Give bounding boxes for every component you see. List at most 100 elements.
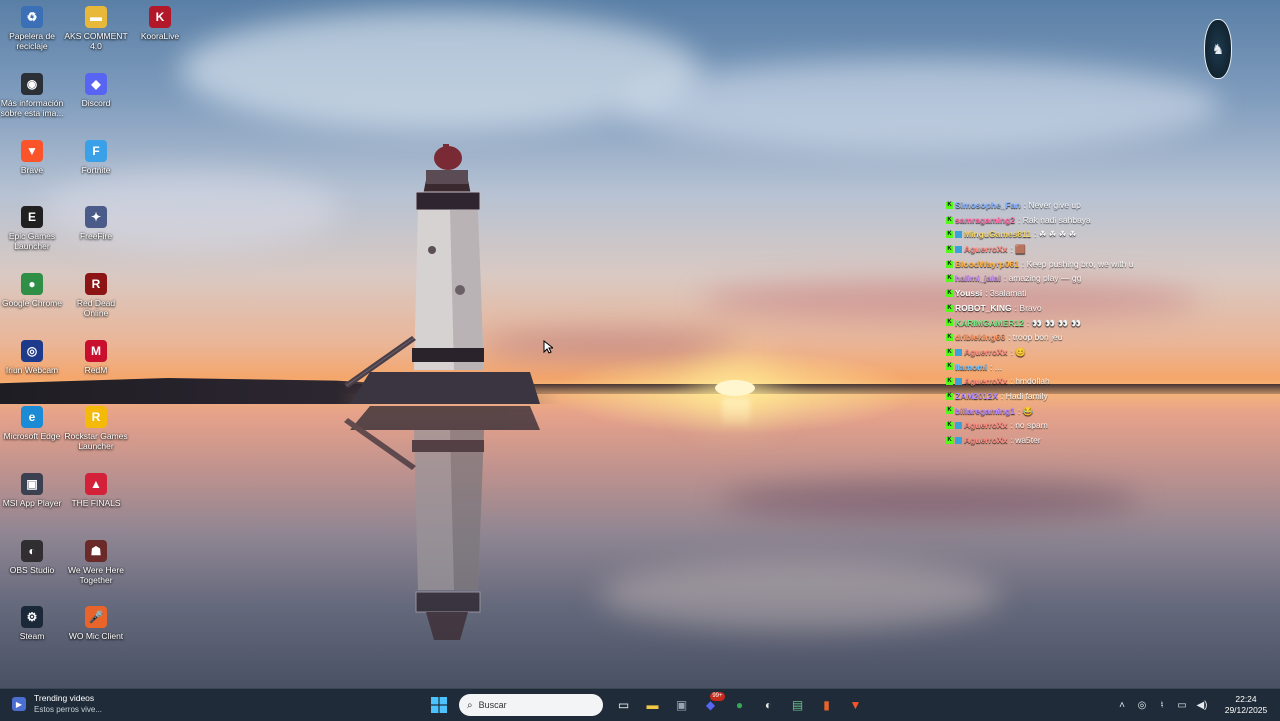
chat-username: Ilamomi (955, 361, 988, 372)
subscriber-badge-icon (955, 422, 962, 430)
chat-text: : 🟫 (1010, 244, 1026, 255)
chat-username: samragaming2 (955, 214, 1015, 225)
widget-subtitle: Estos perros vive... (34, 705, 103, 714)
taskbar-file-explorer-button[interactable]: ▬ (640, 693, 666, 717)
windows-logo-icon (430, 697, 447, 713)
the-finals-icon: ▲ (85, 473, 107, 495)
desktop-icon-folder[interactable]: ▬ AKS COMMENT 4.0 (64, 2, 128, 51)
desktop-icon-steam[interactable]: ⚙ Steam (0, 602, 64, 641)
chat-message: K AguerroXx: 😊 (946, 345, 1266, 360)
chat-text: : 😊 (1010, 346, 1026, 357)
desktop-icon-epic-games[interactable]: E Epic Games Launcher (0, 202, 64, 251)
notification-badge: 99+ (710, 692, 725, 701)
chat-message: Ksamragaming2: Rak nadi sahbaya (946, 213, 1266, 228)
taskbar-microphone-button[interactable]: ▮ (814, 693, 840, 717)
kick-badge-icon: K (946, 422, 953, 430)
taskbar-terminal-button[interactable]: ▣ (669, 693, 695, 717)
desktop-icon-label: Google Chrome (1, 298, 62, 308)
desktop-icon-label: Rockstar Games Launcher (64, 431, 128, 451)
mouse-cursor-icon (543, 340, 553, 354)
desktop-icon-redm[interactable]: M RedM (64, 336, 128, 375)
taskbar-obs-button[interactable]: ◐ (756, 693, 782, 717)
taskbar-discord-button[interactable]: ◆ 99+ (698, 692, 725, 717)
desktop-icon-we-were-here[interactable]: ☗ We Were Here Together (64, 536, 128, 585)
taskbar-chrome-button[interactable]: ● (727, 693, 753, 717)
freefire-icon: ✦ (85, 206, 107, 228)
folder-icon: ▬ (85, 6, 107, 28)
clock-time: 22:24 (1235, 694, 1257, 704)
start-button[interactable] (426, 693, 452, 717)
chat-message: K MinguGames811: ☘ ☘ ☘ ☘ (946, 227, 1266, 242)
desktop-icon-label: Microsoft Edge (3, 431, 61, 441)
microphone-tray-icon[interactable]: ♮ (1152, 700, 1172, 711)
microphone-icon: ▮ (823, 698, 830, 712)
network-icon[interactable]: ▭ (1172, 700, 1192, 711)
system-tray: ˄ ◎ ♮ ▭ ◀) 22:24 29/12/2025 (1112, 689, 1280, 721)
desktop-icon-freefire[interactable]: ✦ FreeFire (64, 202, 128, 241)
desktop-icon-label: Epic Games Launcher (8, 231, 56, 251)
desktop-icon-chrome[interactable]: ● Google Chrome (0, 269, 64, 308)
taskbar: ▶ Trending videos Estos perros vive... ⌕… (0, 688, 1280, 721)
clock[interactable]: 22:24 29/12/2025 (1216, 694, 1276, 716)
show-hidden-icons-chevron-icon[interactable]: ˄ (1112, 700, 1132, 711)
chat-message: K KARIMGAMER12: 👀 👀 👀 👀 (946, 316, 1266, 331)
chrome-icon: ● (21, 273, 43, 295)
lighthouse-image (344, 144, 540, 640)
desktop-icon-msi-player[interactable]: ▣ MSI App Player (0, 469, 64, 508)
chat-text: : Rak nadi sahbaya (1018, 214, 1091, 225)
webcam-icon: ◎ (21, 340, 43, 362)
desktop-icon-label: THE FINALS (71, 498, 121, 508)
chat-username: AguerroXx (964, 435, 1008, 445)
chat-username: MinguGames811 (964, 229, 1032, 240)
desktop-icon-brave[interactable]: ▼ Brave (0, 136, 64, 175)
desktop-icon-microphone[interactable]: 🎤 WO Mic Client (64, 602, 128, 641)
terminal-icon: ▣ (675, 698, 688, 712)
kick-badge-icon: K (946, 319, 953, 327)
chat-text: : Bravo (1014, 302, 1042, 313)
chat-text: : amazing play — gg (1003, 273, 1082, 284)
desktop-icon-label: Discord (81, 98, 111, 108)
desktop-icon-edge[interactable]: e Microsoft Edge (0, 402, 64, 441)
desktop-icon-discord[interactable]: ◆ Discord (64, 69, 128, 108)
taskbar-notepad-button[interactable]: ▤ (785, 693, 811, 717)
chat-username: BloodWayrp061 (955, 258, 1019, 269)
video-widget-icon: ▶ (12, 697, 26, 711)
chat-message: K ZAM2012X: Hadi family (946, 389, 1266, 404)
desktop-icon-obs[interactable]: ◐ OBS Studio (0, 536, 64, 575)
desktop-icon-label: MSI App Player (2, 498, 62, 508)
chrome-icon: ● (735, 698, 744, 712)
chat-message: K AguerroXx: 🟫 (946, 242, 1266, 257)
chat-message: K Ilamomi: ... (946, 360, 1266, 375)
msi-player-icon: ▣ (21, 473, 43, 495)
chat-username: dribleking66 (955, 332, 1006, 343)
chat-username: halimi_jalal (955, 273, 1001, 284)
chat-text: : troop bon jeu (1008, 332, 1063, 343)
taskbar-task-view-button[interactable]: ▭ (611, 693, 637, 717)
discord-icon: ◆ (85, 73, 107, 95)
chat-text: : hmdollah (1010, 376, 1050, 387)
desktop-icon-rockstar[interactable]: R Rockstar Games Launcher (64, 402, 128, 451)
chat-message: K AguerroXx: wa5ter (946, 433, 1266, 448)
taskbar-search-box[interactable]: ⌕ Buscar (459, 694, 603, 716)
kick-badge-icon: K (946, 348, 953, 356)
tray-app-icon[interactable]: ◎ (1132, 700, 1152, 711)
desktop-icon-kooralive[interactable]: K KooraLive (128, 2, 192, 41)
news-widget[interactable]: ▶ Trending videos Estos perros vive... (12, 693, 102, 715)
search-icon: ⌕ (467, 699, 473, 711)
fortnite-icon: F (85, 140, 107, 162)
volume-icon[interactable]: ◀) (1192, 700, 1212, 711)
edge-icon: e (21, 406, 43, 428)
desktop-icon-camera[interactable]: ◉ Más información sobre esta ima... (0, 69, 64, 118)
desktop-icon-red-dead[interactable]: R Red Dead Online (64, 269, 128, 318)
desktop-icon-webcam[interactable]: ◎ Iriun Webcam (0, 336, 64, 375)
desktop-icon-the-finals[interactable]: ▲ THE FINALS (64, 469, 128, 508)
we-were-here-icon: ☗ (85, 540, 107, 562)
search-placeholder: Buscar (478, 700, 507, 710)
chat-text: : Hadi family (1001, 390, 1048, 401)
chat-message: K ROBOT_KING: Bravo (946, 301, 1266, 316)
desktop-icon-fortnite[interactable]: F Fortnite (64, 136, 128, 175)
desktop-icon-recycle-bin[interactable]: ♻ Papelera de reciclaje (0, 2, 64, 51)
desktop-icon-label: AKS COMMENT 4.0 (64, 31, 128, 51)
taskbar-brave-button[interactable]: ▼ (843, 693, 869, 717)
overlay-logo-icon: ♞ (1204, 19, 1232, 79)
